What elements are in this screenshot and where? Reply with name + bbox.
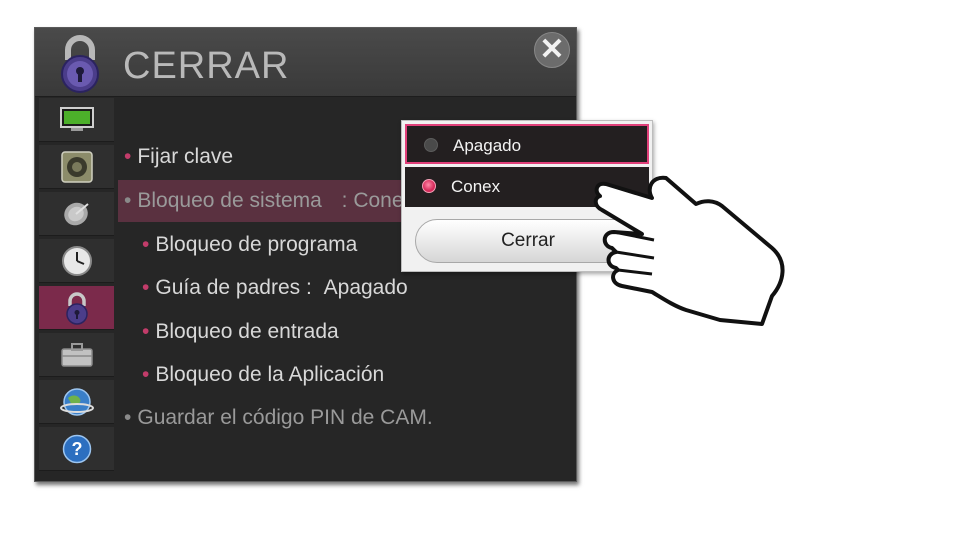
menu-item-bloqueo-aplicacion[interactable]: • Bloqueo de la Aplicación (142, 363, 384, 387)
menu-item-label: Bloqueo de sistema (137, 189, 322, 212)
menu-item-bloqueo-entrada[interactable]: • Bloqueo de entrada (142, 320, 339, 344)
menu-item-label: Bloqueo de programa (155, 233, 358, 256)
sidebar-item-support[interactable]: ? (39, 427, 114, 471)
sidebar-item-channels[interactable] (39, 192, 114, 236)
lock-icon (61, 35, 99, 93)
menu-item-value: Apagado (323, 276, 408, 299)
menu-item-guardar-pin[interactable]: • Guardar el código PIN de CAM. (124, 406, 433, 430)
svg-text:?: ? (71, 439, 82, 459)
sidebar-item-time[interactable] (39, 239, 114, 283)
menu-item-bloqueo-programa[interactable]: • Bloqueo de programa (142, 233, 357, 257)
page-title: CERRAR (123, 45, 290, 87)
menu-item-fijar-clave[interactable]: • Fijar clave (124, 145, 233, 169)
option-label: Conex (451, 177, 501, 196)
speaker-icon (60, 150, 93, 183)
menu-item-label: Bloqueo de la Aplicación (155, 363, 385, 386)
radio-selected-icon (422, 179, 436, 193)
menu-item-label: Guía de padres : (155, 276, 312, 299)
sidebar-item-sound[interactable] (39, 145, 114, 189)
menu-item-bloqueo-sistema[interactable]: • Bloqueo de sistema : Conex (124, 189, 414, 213)
category-sidebar: ? (39, 98, 114, 478)
radio-icon (424, 138, 438, 152)
menu-item-label: Fijar clave (137, 145, 234, 168)
sidebar-item-picture[interactable] (39, 98, 114, 142)
close-icon: ✕ (539, 33, 565, 66)
sidebar-item-lock[interactable] (39, 286, 114, 330)
help-icon: ? (62, 434, 91, 463)
option-apagado[interactable]: Apagado (405, 124, 649, 164)
toolbox-icon (60, 342, 93, 367)
tv-picture-icon (59, 106, 94, 131)
clock-icon (61, 245, 92, 276)
satellite-icon (63, 202, 89, 225)
option-label: Apagado (453, 136, 522, 155)
sidebar-item-options[interactable] (39, 333, 114, 377)
menu-item-guia-padres[interactable]: • Guía de padres : Apagado (142, 276, 408, 300)
menu-item-label: Guardar el código PIN de CAM. (137, 406, 433, 429)
pointing-hand-icon (593, 175, 785, 326)
network-globe-icon (59, 387, 94, 416)
sidebar-item-network[interactable] (39, 380, 114, 424)
close-button[interactable]: ✕ (534, 32, 570, 68)
lock-icon (65, 291, 88, 325)
panel-header: CERRAR ✕ (35, 28, 576, 97)
menu-item-label: Bloqueo de entrada (155, 320, 339, 343)
